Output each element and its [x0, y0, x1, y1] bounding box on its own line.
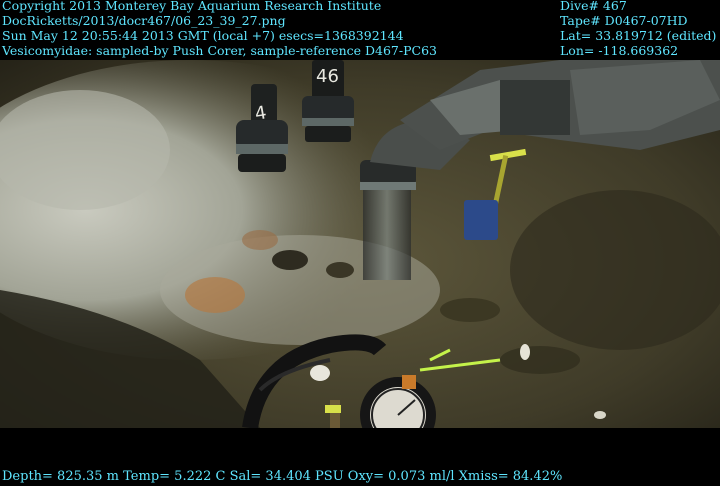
header-left: Copyright 2013 Monterey Bay Aquarium Res…	[2, 0, 437, 58]
orange-sediment	[185, 277, 245, 313]
datetime-text: Sun May 12 20:55:44 2013 GMT (local +7) …	[2, 28, 404, 43]
longitude: Lon= -118.669362	[560, 43, 679, 58]
dive-number: Dive# 467	[560, 0, 627, 13]
core-label-46: 46	[316, 66, 339, 87]
latitude: Lat= 33.819712 (edited)	[560, 28, 717, 43]
clam-shell	[520, 344, 530, 360]
seafloor-scene: 4 46	[0, 60, 720, 428]
header-right: Dive# 467 Tape# D0467-07HD Lat= 33.81971…	[560, 0, 716, 58]
video-frame: 4 46 Copyright 2013 Monterey Bay Aquariu…	[0, 0, 720, 486]
tape-number: Tape# D0467-07HD	[560, 13, 688, 28]
annotation-text: Vesicomyidae: sampled-by Push Corer, sam…	[2, 43, 437, 58]
telemetry-bar: Depth= 825.35 m Temp= 5.222 C Sal= 34.40…	[2, 469, 563, 484]
copyright-text: Copyright 2013 Monterey Bay Aquarium Res…	[2, 0, 382, 13]
file-path: DocRicketts/2013/docr467/06_23_39_27.png	[2, 13, 286, 28]
